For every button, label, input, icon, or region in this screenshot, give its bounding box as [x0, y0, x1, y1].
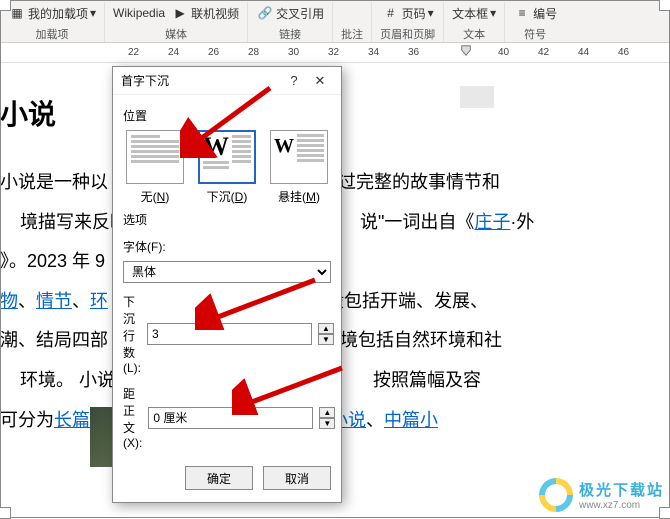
ribbon-group-symbols: ≡编号 符号	[505, 2, 565, 42]
textbox-button[interactable]: 文本框 ▾	[452, 5, 496, 22]
group-label: 媒体	[165, 26, 187, 42]
ruler-tick: 42	[538, 47, 549, 58]
position-margin[interactable]: W 悬挂(M)	[270, 130, 328, 205]
position-label: 位置	[123, 107, 331, 124]
online-video-button[interactable]: ▶联机视频	[171, 4, 239, 22]
ruler-tick: 26	[208, 47, 219, 58]
spin-down-icon[interactable]: ▼	[318, 334, 334, 345]
ruler-tick: 40	[498, 47, 509, 58]
ribbon-group-links: 🔗交叉引用 链接	[248, 2, 333, 42]
ruler-tick: 34	[368, 47, 379, 58]
selection-shading	[460, 86, 494, 108]
video-icon: ▶	[171, 4, 189, 22]
ribbon-group-text: 文本框 ▾ 文本	[444, 2, 505, 42]
hash-icon: #	[382, 4, 400, 22]
dialog-titlebar[interactable]: 首字下沉 ? ✕	[113, 67, 341, 95]
ruler[interactable]: 22 24 26 28 30 32 34 36 40 42 44 46	[0, 43, 670, 63]
ruler-tick: 32	[328, 47, 339, 58]
group-label: 符号	[524, 26, 546, 42]
distance-spinner[interactable]: ▲▼	[319, 407, 335, 429]
ruler-tick: 30	[288, 47, 299, 58]
dialog-title: 首字下沉	[121, 72, 281, 89]
help-button[interactable]: ?	[281, 73, 307, 88]
link[interactable]: 物	[0, 291, 18, 311]
options-label: 选项	[123, 211, 331, 228]
corner-handle	[659, 0, 670, 11]
spin-up-icon[interactable]: ▲	[318, 323, 334, 334]
chevron-down-icon: ▾	[428, 6, 434, 20]
position-dropped[interactable]: W 下沉(D)	[198, 130, 256, 205]
ruler-tick: 46	[618, 47, 629, 58]
position-none[interactable]: 无(N)	[126, 130, 184, 205]
position-options: 无(N) W 下沉(D) W 悬挂(M)	[123, 130, 331, 205]
watermark-url: www.xz7.com	[579, 500, 664, 511]
ribbon-group-addins: ▦我的加载项 ▾ 加载项	[0, 2, 105, 42]
watermark-name: 极光下载站	[579, 479, 664, 500]
ruler-tick: 36	[408, 47, 419, 58]
chevron-down-icon: ▾	[90, 6, 96, 20]
ruler-tick: 24	[168, 47, 179, 58]
ribbon-group-headerfooter: #页码 ▾ 页眉和页脚	[372, 2, 444, 42]
page-number-button[interactable]: #页码 ▾	[382, 4, 434, 22]
link[interactable]: 长篇	[54, 410, 90, 430]
watermark-logo-icon	[539, 478, 573, 512]
lines-spinner[interactable]: ▲▼	[318, 323, 334, 345]
ribbon: ▦我的加载项 ▾ 加载项 Wikipedia ▶联机视频 媒体 🔗交叉引用 链接…	[0, 0, 670, 43]
numbering-button[interactable]: ≡编号	[513, 4, 557, 22]
link[interactable]: 环	[90, 291, 108, 311]
group-label: 页眉和页脚	[380, 26, 435, 42]
spin-up-icon[interactable]: ▲	[319, 407, 335, 418]
font-select[interactable]: 黑体	[123, 261, 331, 283]
link[interactable]: 情节	[36, 291, 72, 311]
lines-input[interactable]	[147, 323, 312, 345]
drop-cap-dialog: 首字下沉 ? ✕ 位置 无(N) W 下沉(D) W 悬挂(M	[112, 66, 342, 503]
close-button[interactable]: ✕	[307, 73, 333, 89]
link-zhuangzi[interactable]: 庄子	[474, 212, 510, 232]
corner-handle	[0, 0, 11, 11]
lines-label: 下沉行数(L):	[123, 293, 141, 375]
corner-handle	[0, 507, 11, 519]
ruler-tick: 22	[128, 47, 139, 58]
number-icon: ≡	[513, 4, 531, 22]
cancel-button[interactable]: 取消	[263, 466, 331, 490]
chevron-down-icon: ▾	[490, 6, 496, 20]
indent-marker-icon[interactable]	[460, 45, 472, 57]
wikipedia-button[interactable]: Wikipedia	[113, 6, 165, 20]
ribbon-group-comments: 批注	[333, 2, 372, 42]
corner-handle	[659, 507, 670, 519]
cross-ref-button[interactable]: 🔗交叉引用	[256, 4, 324, 22]
ok-button[interactable]: 确定	[185, 466, 253, 490]
ruler-tick: 28	[248, 47, 259, 58]
spin-down-icon[interactable]: ▼	[319, 418, 335, 429]
font-label: 字体(F):	[123, 238, 203, 255]
group-label: 批注	[341, 26, 363, 42]
group-label: 加载项	[36, 26, 69, 42]
my-addins-button[interactable]: ▦我的加载项 ▾	[8, 4, 96, 22]
link[interactable]: 中篇小	[384, 410, 438, 430]
crossref-icon: 🔗	[256, 4, 274, 22]
ribbon-group-media: Wikipedia ▶联机视频 媒体	[105, 2, 248, 42]
group-label: 链接	[279, 26, 301, 42]
distance-label: 距正文(X):	[123, 385, 142, 450]
watermark: 极光下载站 www.xz7.com	[539, 478, 664, 512]
group-label: 文本	[463, 26, 485, 42]
distance-input[interactable]	[148, 407, 313, 429]
ruler-tick: 44	[578, 47, 589, 58]
